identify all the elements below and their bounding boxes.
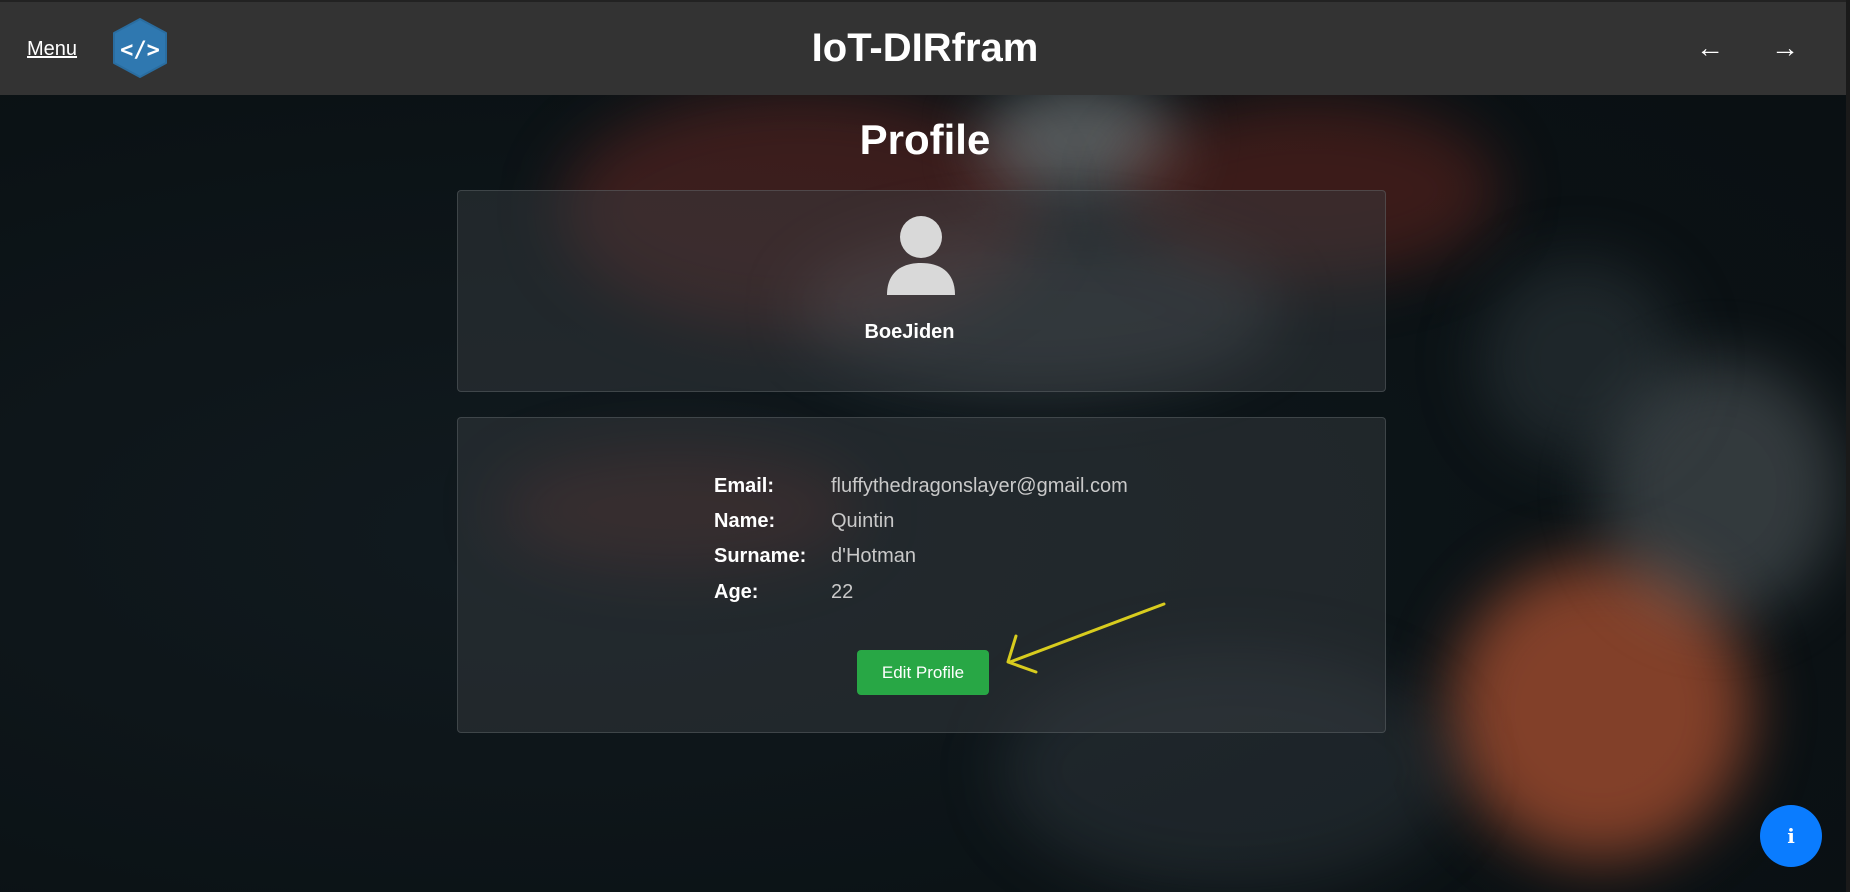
- profile-details-card: Email: fluffythedragonslayer@gmail.com N…: [457, 417, 1386, 733]
- forward-arrow-icon[interactable]: →: [1771, 32, 1799, 64]
- age-value: 22: [831, 581, 854, 603]
- name-value: Quintin: [831, 510, 895, 532]
- page-title: Profile: [859, 116, 991, 163]
- user-silhouette-icon: [885, 215, 957, 299]
- age-label: Age:: [714, 581, 759, 603]
- edit-profile-button[interactable]: Edit Profile: [857, 650, 989, 695]
- app-title: IoT-DIRfram: [811, 26, 1039, 70]
- info-button[interactable]: i: [1760, 805, 1822, 867]
- profile-username: BoeJiden: [864, 321, 955, 343]
- surname-label: Surname:: [714, 545, 807, 567]
- top-navbar: Menu </> IoT-DIRfram ← →: [0, 0, 1850, 95]
- scrollbar[interactable]: [1846, 0, 1850, 892]
- name-label: Name:: [714, 510, 776, 532]
- email-label: Email:: [714, 475, 775, 497]
- profile-header-card: BoeJiden: [457, 190, 1386, 392]
- back-arrow-icon[interactable]: ←: [1696, 32, 1724, 64]
- surname-value: d'Hotman: [831, 545, 916, 567]
- email-value: fluffythedragonslayer@gmail.com: [831, 475, 1128, 497]
